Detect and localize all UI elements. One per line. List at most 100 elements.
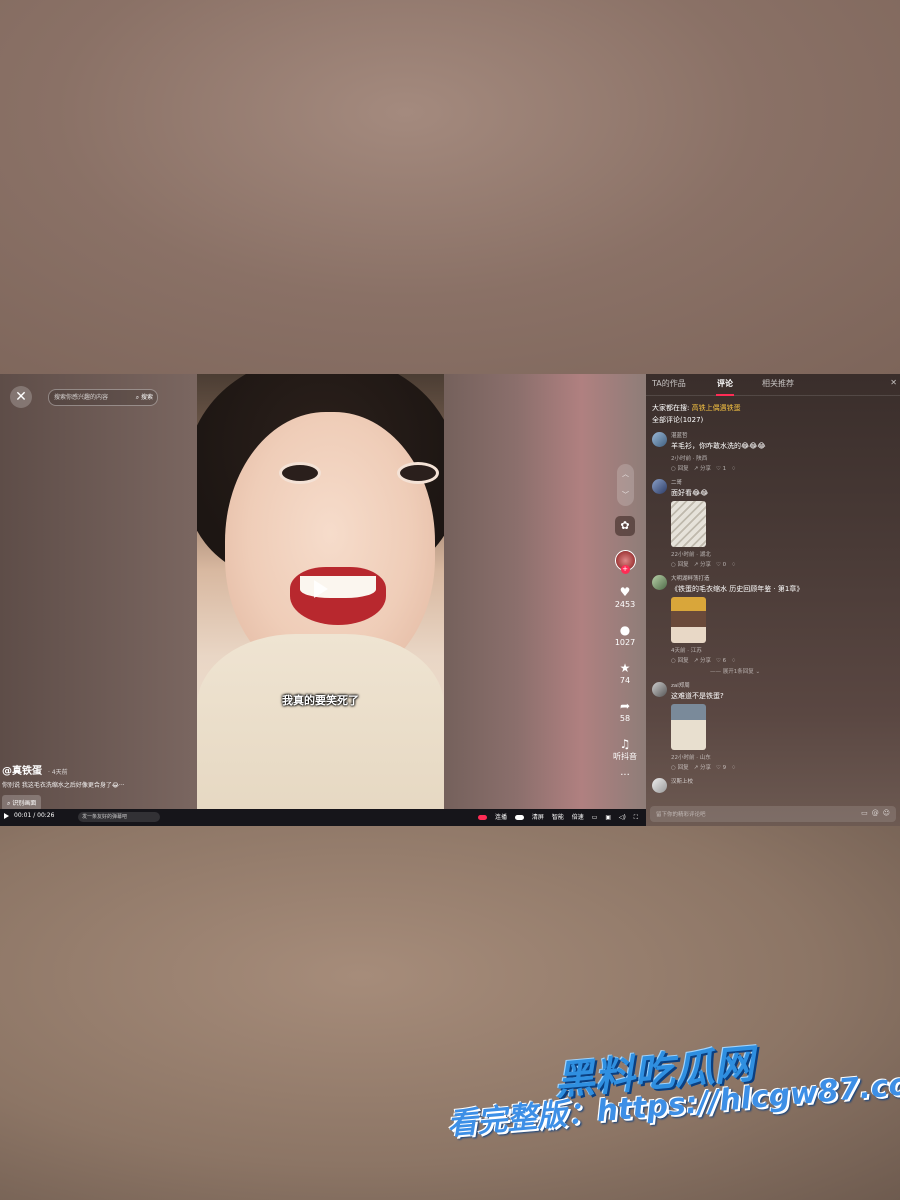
comment-item: 湛蓝哲 羊毛衫，你咋敢水洗的😂😂😂 2小时前 · 陕西 ○ 回复 ↗ 分享 ♡ 1 ♢	[646, 431, 900, 472]
comment-input-placeholder: 留下你的精彩评论吧	[656, 812, 706, 818]
search-button[interactable]: ⌕ 搜索	[136, 392, 153, 402]
blurred-background-top	[0, 0, 900, 374]
comment-user[interactable]: 汉斯上校	[671, 777, 900, 785]
video-nav[interactable]: ︿ ﹀	[617, 464, 634, 506]
star-icon: ★	[619, 661, 631, 675]
headphones-icon: ♫	[619, 737, 631, 751]
author-name[interactable]: @真铁蛋	[2, 766, 42, 777]
comment-item: zal郑周 这难道不是铁蛋? 22小时前 · 山东 ○ 回复 ↗ 分享 ♡ 9 ♢	[646, 681, 900, 771]
avatar[interactable]	[652, 778, 667, 793]
dislike-icon[interactable]: ♢	[731, 765, 736, 771]
comments-panel: TA的作品 评论 相关推荐 ✕ 大家都在搜: 高铁上偶遇铁蛋 全部评论(1027…	[646, 374, 900, 826]
listen-action[interactable]: ♫ 听抖音	[606, 737, 644, 762]
comment-actions: ○ 回复 ↗ 分享 ♡ 1 ♢	[671, 464, 900, 472]
chevron-down-icon[interactable]: ﹀	[617, 485, 634, 506]
at-icon[interactable]: @	[872, 809, 879, 817]
comment-item: 大明湖畔荡打造 《铁蛋的毛衣缩水 历史回顾年鉴 · 第1章》 4天前 · 江苏 …	[646, 574, 900, 675]
heart-icon: ♥	[619, 585, 631, 599]
comment-image[interactable]	[671, 501, 706, 547]
reply-button[interactable]: ○ 回复	[671, 765, 689, 771]
fullscreen-icon[interactable]: ⛶	[634, 814, 638, 821]
toggle-icon	[477, 815, 487, 820]
search-input[interactable]: 搜索你感兴趣的内容 ⌕ 搜索	[48, 389, 158, 406]
author-avatar[interactable]: +	[614, 550, 636, 574]
tab-comments[interactable]: 评论	[717, 378, 733, 389]
comment-meta: 4天前 · 江苏	[671, 648, 702, 654]
dislike-icon[interactable]: ♢	[731, 658, 736, 664]
reply-button[interactable]: ○ 回复	[671, 562, 689, 568]
video-player: ✕ 搜索你感兴趣的内容 ⌕ 搜索 我真的要笑死了 @真铁蛋 · 4天前 你别说 我…	[0, 374, 646, 826]
hot-keyword[interactable]: 高铁上偶遇铁蛋	[692, 404, 741, 412]
share-count: 58	[619, 714, 631, 723]
favorite-action[interactable]: ★ 74	[606, 661, 644, 685]
tab-works[interactable]: TA的作品	[652, 378, 686, 389]
share-button[interactable]: ↗ 分享	[694, 466, 711, 472]
expand-replies[interactable]: —— 展开1条回复 ⌄	[710, 667, 900, 675]
close-icon: ✕	[15, 389, 27, 405]
danmu-input[interactable]: 发一条友好的弹幕吧	[78, 812, 160, 822]
more-icon[interactable]: ···	[606, 770, 644, 781]
tab-related[interactable]: 相关推荐	[762, 378, 794, 389]
webscreen-icon[interactable]: ▣	[605, 814, 611, 821]
share-button[interactable]: ↗ 分享	[694, 562, 711, 568]
comment-image[interactable]	[671, 704, 706, 750]
active-tab-indicator	[716, 394, 734, 396]
avatar[interactable]	[652, 575, 667, 590]
share-action[interactable]: ➦ 58	[606, 699, 644, 723]
reply-button[interactable]: ○ 回复	[671, 658, 689, 664]
comment-text: 这难道不是铁蛋?	[671, 692, 724, 700]
speed-button[interactable]: 倍速	[572, 814, 584, 821]
listen-label: 听抖音	[613, 752, 637, 761]
comment-input[interactable]: 留下你的精彩评论吧 ▭ @ ☺	[650, 806, 896, 822]
chevron-up-icon[interactable]: ︿	[617, 464, 634, 485]
image-icon[interactable]: ▭	[861, 809, 868, 817]
player-controls: 00:01 / 00:26 发一条友好的弹幕吧 连播 清屏 智能 倍速 ▭ ▣ …	[0, 809, 646, 826]
share-button[interactable]: ↗ 分享	[694, 765, 711, 771]
like-action[interactable]: ♥ 2453	[606, 585, 644, 609]
hot-search: 大家都在搜: 高铁上偶遇铁蛋	[652, 404, 741, 412]
comment-user[interactable]: zal郑周	[671, 681, 900, 689]
comment-meta: 22小时前 · 山东	[671, 755, 711, 761]
comment-total: 全部评论(1027)	[652, 416, 704, 424]
post-time: · 4天前	[48, 769, 68, 776]
comment-icon: ●	[619, 623, 631, 637]
emoji-icon[interactable]: ☺	[883, 809, 890, 817]
comment-user[interactable]: 湛蓝哲	[671, 431, 900, 439]
like-button[interactable]: ♡ 6	[716, 658, 726, 664]
avatar[interactable]	[652, 682, 667, 697]
favorite-count: 74	[619, 676, 631, 685]
play-pause-icon[interactable]	[4, 812, 9, 819]
panel-close-icon[interactable]: ✕	[890, 378, 897, 387]
video-frame[interactable]: 我真的要笑死了	[197, 374, 444, 809]
comment-actions: ○ 回复 ↗ 分享 ♡ 9 ♢	[671, 763, 900, 771]
comment-image[interactable]	[671, 597, 706, 643]
volume-icon[interactable]: ◁)	[619, 814, 626, 821]
like-button[interactable]: ♡ 9	[716, 765, 726, 771]
avatar[interactable]	[652, 479, 667, 494]
avatar[interactable]	[652, 432, 667, 447]
comment-text: 羊毛衫，你咋敢水洗的😂😂😂	[671, 442, 766, 450]
comment-user[interactable]: 大明湖畔荡打造	[671, 574, 900, 582]
play-icon[interactable]	[314, 580, 328, 598]
autoplay-toggle[interactable]: 连播	[477, 814, 507, 821]
like-button[interactable]: ♡ 0	[716, 562, 726, 568]
app-icon[interactable]: ✿	[615, 516, 635, 536]
author-line: @真铁蛋 · 4天前	[2, 762, 192, 777]
like-button[interactable]: ♡ 1	[716, 466, 726, 472]
follow-plus-icon[interactable]: +	[620, 565, 630, 574]
share-button[interactable]: ↗ 分享	[694, 658, 711, 664]
share-arrow-icon: ➦	[619, 699, 631, 713]
search-placeholder: 搜索你感兴趣的内容	[54, 394, 109, 401]
comment-item: 二哥 面好看😂😂 22小时前 · 湖北 ○ 回复 ↗ 分享 ♡ 0 ♢	[646, 478, 900, 568]
reply-button[interactable]: ○ 回复	[671, 466, 689, 472]
comment-actions: ○ 回复 ↗ 分享 ♡ 0 ♢	[671, 560, 900, 568]
dislike-icon[interactable]: ♢	[731, 466, 736, 472]
clear-screen-toggle[interactable]: 清屏	[514, 814, 544, 821]
pip-icon[interactable]: ▭	[592, 814, 598, 821]
dislike-icon[interactable]: ♢	[731, 562, 736, 568]
comment-action[interactable]: ● 1027	[606, 623, 644, 647]
comment-user[interactable]: 二哥	[671, 478, 900, 486]
close-button[interactable]: ✕	[10, 386, 32, 408]
quality-button[interactable]: 智能	[552, 814, 564, 821]
comment-text: 《铁蛋的毛衣缩水 历史回顾年鉴 · 第1章》	[671, 585, 804, 593]
